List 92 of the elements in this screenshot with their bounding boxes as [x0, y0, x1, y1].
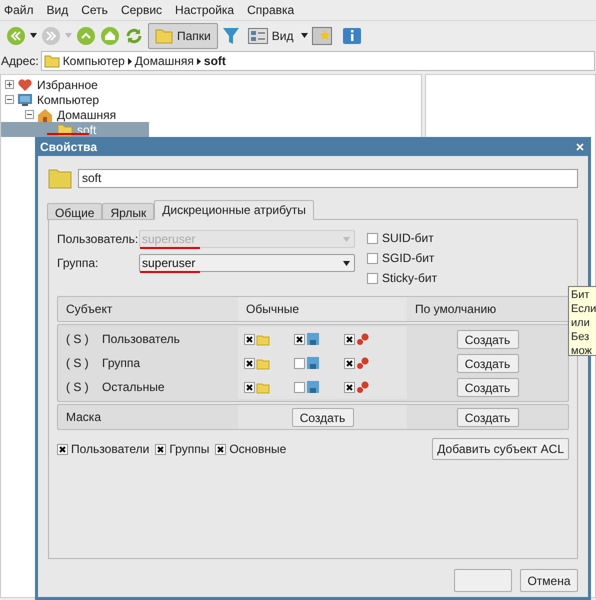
path-segment[interactable]: soft	[204, 52, 226, 70]
tooltip-line: Бит	[571, 288, 590, 302]
checkbox[interactable]	[294, 334, 305, 344]
tooltip-line: Без	[571, 330, 590, 344]
checkbox-label: Пользователи	[71, 441, 150, 458]
tree-item[interactable]: Избранное	[1, 77, 149, 92]
floppy-icon	[306, 332, 320, 346]
checkbox[interactable]	[344, 334, 355, 344]
checkbox[interactable]	[344, 358, 355, 368]
floppy-icon	[306, 356, 320, 370]
create-button[interactable]: Создать	[456, 378, 518, 396]
caret-icon[interactable]	[30, 33, 37, 38]
menu-item[interactable]: Настройка	[175, 1, 234, 19]
underline-mark	[140, 271, 200, 273]
create-button[interactable]: Создать	[292, 408, 354, 426]
checkbox[interactable]	[344, 382, 355, 392]
house-icon	[37, 106, 53, 122]
checkbox[interactable]	[244, 358, 255, 368]
column-header: Обычные	[238, 297, 407, 321]
folder-icon	[44, 54, 60, 68]
arrow-icon	[196, 58, 201, 64]
cancel-button[interactable]: Отмена	[520, 569, 578, 592]
caret-icon	[343, 260, 350, 266]
checkbox-label: Sticky-бит	[382, 270, 438, 287]
expander-icon[interactable]	[5, 80, 14, 89]
tooltip-line: или	[571, 316, 591, 330]
caret-icon[interactable]	[301, 33, 308, 38]
column-header: Субъект	[65, 301, 114, 318]
folder-icon	[48, 167, 72, 189]
close-icon[interactable]	[576, 142, 584, 150]
subject-type-label: ( S )	[66, 355, 90, 372]
tree-item[interactable]: Домашняя	[1, 107, 149, 122]
tooltip-line: мож	[571, 344, 593, 358]
checkbox[interactable]	[367, 272, 378, 284]
create-button[interactable]: Создать	[456, 408, 518, 426]
tooltip-line: Если	[571, 302, 596, 316]
subject-type-label: ( S )	[66, 379, 90, 396]
checkbox[interactable]	[57, 444, 68, 454]
view-icon	[248, 28, 268, 44]
menu-item[interactable]: Справка	[247, 1, 294, 19]
checkbox[interactable]	[294, 358, 305, 368]
subject-type-label: ( S )	[66, 331, 90, 348]
heart-icon	[17, 76, 33, 92]
caret-icon	[343, 236, 350, 242]
combo-box[interactable]: superuser	[139, 254, 355, 272]
mask-label: Маска	[65, 409, 102, 426]
underline-mark	[47, 133, 89, 135]
subject-name: Группа	[102, 355, 140, 372]
address-bar[interactable]: Компьютер Домашняя soft	[40, 51, 595, 71]
folders-button[interactable]: Папки	[148, 22, 218, 48]
checkbox[interactable]	[244, 334, 255, 344]
field-label: Пользователь:	[57, 231, 139, 248]
checkbox[interactable]	[215, 444, 226, 454]
subject-name: Остальные	[102, 379, 165, 396]
dialog-title: Свойства	[40, 138, 98, 156]
address-label: Адрес:	[1, 53, 39, 70]
menu-item[interactable]: Файл	[4, 1, 34, 19]
arrow-icon	[128, 58, 132, 64]
checkbox-label: Группы	[169, 441, 210, 458]
floppy-icon	[306, 380, 320, 394]
checkbox-label: Основные	[229, 441, 286, 458]
path-segment[interactable]: Компьютер	[62, 52, 125, 70]
subject-name: Пользователь	[102, 331, 180, 348]
name-field[interactable]: soft	[78, 168, 578, 188]
folder-icon	[155, 28, 173, 44]
filter-icon[interactable]	[222, 26, 240, 46]
checkbox[interactable]	[367, 232, 378, 244]
checkbox[interactable]	[294, 382, 305, 392]
info-icon[interactable]	[342, 26, 362, 46]
view-button[interactable]: Вид	[244, 22, 298, 48]
tab[interactable]: Дискреционные атрибуты	[154, 200, 314, 220]
path-segment[interactable]: Домашняя	[134, 52, 194, 70]
create-button[interactable]: Создать	[456, 330, 518, 348]
checkbox-label: SUID-бит	[382, 230, 434, 247]
tree-item[interactable]: Компьютер	[1, 92, 149, 107]
menu-item[interactable]: Сервис	[120, 1, 162, 19]
add-acl-subject-button[interactable]: Добавить субъект ACL	[432, 438, 569, 460]
menu-item[interactable]: Сеть	[81, 1, 108, 19]
checkbox[interactable]	[244, 382, 255, 392]
tab[interactable]: Ярлык	[102, 203, 154, 220]
expander-icon[interactable]	[5, 95, 14, 104]
create-button[interactable]: Создать	[456, 354, 518, 372]
column-header: По умолчанию	[414, 301, 498, 318]
monitor-icon	[17, 92, 33, 108]
tab[interactable]: Общие	[47, 203, 102, 220]
field-label: Группа:	[57, 255, 100, 272]
expander-icon[interactable]	[25, 110, 34, 119]
underline-mark	[140, 247, 200, 249]
checkbox-label: SGID-бит	[382, 250, 434, 267]
menu-item[interactable]: Вид	[46, 1, 68, 19]
checkbox[interactable]	[367, 252, 378, 264]
checkbox[interactable]	[155, 444, 166, 454]
